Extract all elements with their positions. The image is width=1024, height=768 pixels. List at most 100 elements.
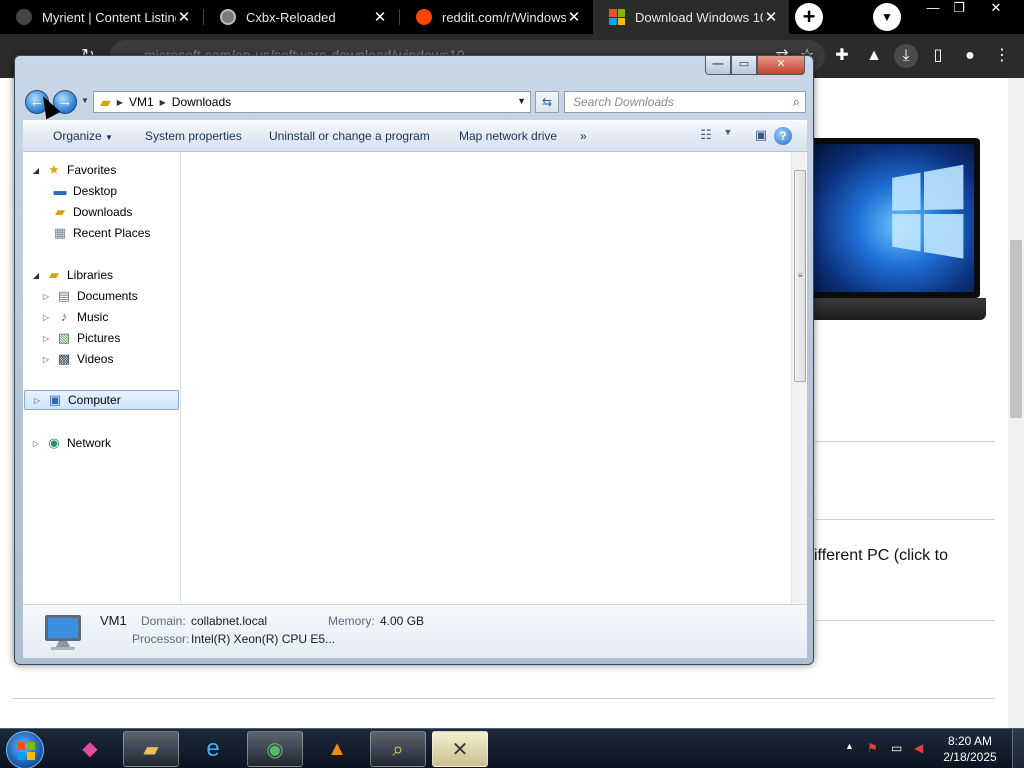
download-icon[interactable]: ⤓ [894, 44, 918, 68]
recent-pages-icon[interactable]: ▼ [81, 96, 89, 105]
nav-videos[interactable]: ▷ ▩ Videos [41, 349, 114, 369]
breadcrumb-vm1[interactable]: VM1 [129, 95, 154, 109]
memory-label: Memory: [328, 614, 375, 628]
vlc-icon[interactable]: ▲ [309, 731, 365, 767]
nav-desktop[interactable]: ▬ Desktop [51, 181, 118, 201]
computer-name: VM1 [100, 613, 127, 628]
organize-button[interactable]: Organize ▼ [53, 129, 113, 143]
search-icon[interactable]: ⌕ [793, 92, 800, 112]
nav-libraries[interactable]: ◢ ▰ Libraries [31, 265, 113, 285]
collapsed-arrow-icon[interactable]: ▷ [31, 439, 41, 448]
tray-overflow-icon[interactable]: ▲ [845, 741, 854, 751]
windows-logo-icon [17, 742, 35, 760]
music-icon: ♪ [60, 309, 68, 324]
search-input[interactable]: Search Downloads ⌕ [564, 91, 806, 113]
explorer-window: — ▭ ✕ ← → ▼ ▰ ▶ VM1 ▶ Downloads ▼ ⇆ Sear… [14, 55, 814, 665]
volume-muted-icon[interactable]: ◀ [914, 741, 923, 755]
uninstall-program-button[interactable]: Uninstall or change a program [269, 129, 430, 143]
file-list-area[interactable] [181, 152, 791, 604]
expanded-arrow-icon[interactable]: ◢ [31, 271, 41, 280]
close-icon[interactable]: ✕ [980, 0, 1012, 18]
nav-pictures[interactable]: ▷ ▧ Pictures [41, 328, 120, 348]
window-controls: — ▭ ✕ [705, 56, 809, 76]
nav-label: Network [67, 436, 112, 450]
internet-explorer-icon[interactable]: e [185, 731, 241, 767]
action-center-icon[interactable]: ⚑ [867, 741, 878, 755]
menu-icon[interactable]: ⋮ [990, 44, 1014, 68]
show-desktop-button[interactable] [1012, 729, 1024, 768]
page-text[interactable]: ifferent PC (click to [814, 547, 948, 565]
windows-logo-icon [892, 164, 968, 265]
tab-search-button[interactable]: ▼ [873, 3, 901, 31]
divider [815, 519, 995, 520]
close-tab-icon[interactable]: ✕ [763, 8, 779, 26]
maximize-button[interactable]: ▭ [731, 56, 757, 75]
breadcrumb-arrow-icon[interactable]: ▶ [160, 98, 166, 107]
breadcrumb-downloads[interactable]: Downloads [172, 95, 231, 109]
scrollbar-thumb[interactable]: ≡ [794, 170, 806, 382]
close-tab-icon[interactable]: ✕ [176, 8, 192, 26]
expanded-arrow-icon[interactable]: ◢ [31, 166, 41, 175]
close-tab-icon[interactable]: ✕ [372, 8, 388, 26]
nav-downloads[interactable]: ▰ Downloads [51, 202, 132, 222]
clock[interactable]: 8:20 AM 2/18/2025 [935, 733, 1005, 765]
windows-laptop-image [790, 138, 986, 320]
more-commands-button[interactable]: » [580, 129, 587, 143]
nav-label: Pictures [77, 331, 121, 345]
nav-network[interactable]: ▷ ◉ Network [31, 433, 111, 453]
lab-flask-icon[interactable]: ▲ [862, 44, 886, 68]
search-folder-icon[interactable]: ⌕ [370, 731, 426, 767]
file-list-scrollbar[interactable]: ≡ [791, 152, 807, 604]
close-button[interactable]: ✕ [757, 56, 805, 75]
collapsed-arrow-icon[interactable]: ▷ [32, 396, 42, 405]
new-tab-button[interactable]: + [795, 3, 823, 31]
tab-download-windows[interactable]: Download Windows 10 ✕ [593, 0, 789, 34]
view-options-icon[interactable]: ☷ [696, 127, 716, 145]
xenia-app-icon[interactable]: ✕ [432, 731, 488, 767]
start-button[interactable] [6, 731, 44, 768]
tab-title: Cxbx-Reloaded [246, 9, 336, 25]
tab-title: Download Windows 10 [635, 9, 763, 25]
nav-computer[interactable]: ▷ ▣ Computer [24, 390, 179, 410]
collapsed-arrow-icon[interactable]: ▷ [41, 313, 51, 322]
system-properties-button[interactable]: System properties [145, 129, 242, 143]
nav-documents[interactable]: ▷ ▤ Documents [41, 286, 138, 306]
nav-favorites[interactable]: ◢ ★ Favorites [31, 160, 116, 180]
map-network-drive-button[interactable]: Map network drive [459, 129, 557, 143]
breadcrumb-arrow-icon[interactable]: ▶ [117, 98, 123, 107]
divider [12, 698, 995, 699]
chrome-taskbar-icon[interactable]: ◉ [247, 731, 303, 767]
minimize-button[interactable]: — [705, 56, 731, 75]
network-tray-icon[interactable]: ▭ [891, 741, 902, 755]
nav-recent-places[interactable]: ▦ Recent Places [51, 223, 151, 243]
preview-pane-icon[interactable]: ▣ [751, 127, 771, 145]
computer-monitor-icon [45, 615, 81, 650]
nav-label: Desktop [73, 184, 118, 198]
collapsed-arrow-icon[interactable]: ▷ [41, 355, 51, 364]
profile-icon[interactable]: ● [958, 44, 982, 68]
address-bar[interactable]: ▰ ▶ VM1 ▶ Downloads ▼ [93, 91, 531, 113]
memory-value: 4.00 GB [380, 614, 425, 628]
tab-reddit[interactable]: reddit.com/r/Windows10 ✕ [400, 0, 592, 34]
collapsed-arrow-icon[interactable]: ▷ [41, 292, 51, 301]
view-dropdown-icon[interactable]: ▼ [718, 127, 738, 145]
reddit-icon [416, 9, 432, 25]
extensions-icon[interactable]: ✚ [830, 44, 854, 68]
explorer-taskbar-icon[interactable]: ▰ [123, 731, 179, 767]
videos-icon: ▩ [57, 351, 71, 366]
domain-label: Domain: [141, 614, 186, 628]
refresh-icon[interactable]: ⇆ [535, 91, 559, 113]
nav-music[interactable]: ▷ ♪ Music [41, 307, 108, 327]
page-scrollbar-thumb[interactable] [1010, 240, 1022, 418]
address-dropdown-icon[interactable]: ▼ [517, 96, 526, 106]
tab-title: Myrient | Content Listing [42, 9, 176, 25]
help-icon[interactable]: ? [774, 127, 792, 145]
close-tab-icon[interactable]: ✕ [566, 8, 582, 26]
side-panel-icon[interactable]: ▯ [926, 44, 950, 68]
restore-icon[interactable]: ❐ [943, 0, 975, 18]
collapsed-arrow-icon[interactable]: ▷ [41, 334, 51, 343]
browser-tab-strip: Myrient | Content Listing ✕ Cxbx-Reloade… [0, 0, 1024, 34]
tab-myrient[interactable]: Myrient | Content Listing ✕ [0, 0, 202, 34]
media-app-icon[interactable]: ◆ [62, 731, 118, 767]
tab-cxbx[interactable]: Cxbx-Reloaded ✕ [204, 0, 398, 34]
